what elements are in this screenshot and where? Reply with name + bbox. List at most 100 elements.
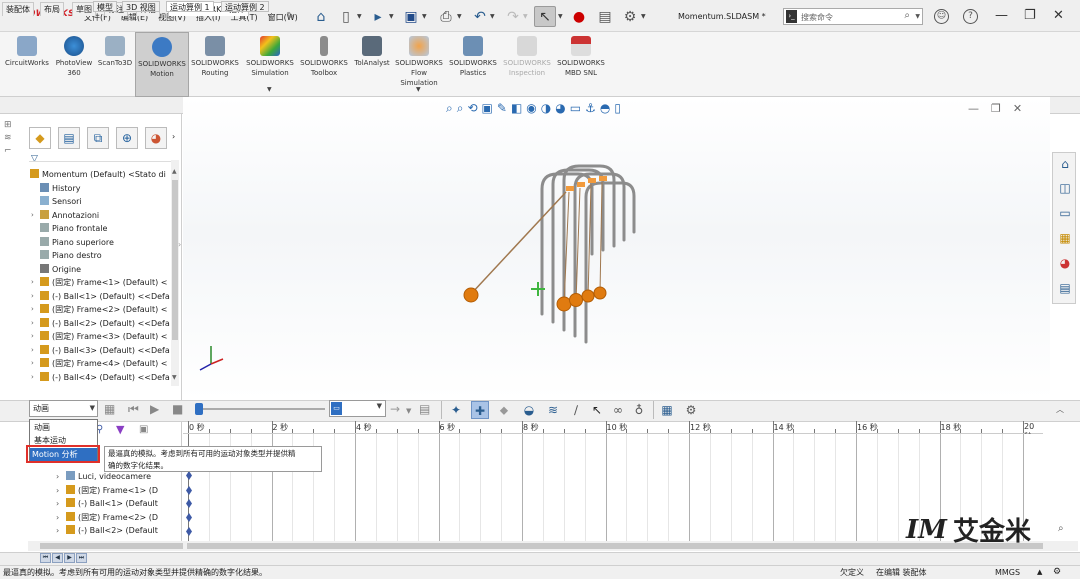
add-update-key-icon[interactable]: ⬥: [495, 401, 513, 419]
panel-step-icon[interactable]: ⌐: [4, 146, 12, 156]
expand-arrow-icon[interactable]: ›: [56, 484, 59, 498]
tab-layout[interactable]: 布局: [40, 2, 64, 16]
help-icon[interactable]: ?: [963, 9, 978, 24]
expand-arrow-icon[interactable]: ›: [56, 511, 59, 525]
property-manager-tab-icon[interactable]: ▤: [58, 127, 80, 149]
motor-icon[interactable]: ◒: [520, 401, 538, 419]
timeline-zoom-icon[interactable]: ⌕: [1058, 523, 1064, 534]
feature-tree-item[interactable]: › (固定) Frame<4> (Default) <: [30, 357, 178, 371]
chevron-down-icon[interactable]: ▼: [915, 13, 920, 20]
chevron-up-icon[interactable]: ▲: [1037, 566, 1042, 579]
print-icon[interactable]: ⎙: [436, 6, 456, 27]
ball-3[interactable]: [569, 293, 583, 307]
appearances-icon[interactable]: ◕: [1056, 254, 1074, 272]
cm-circuitworks-button[interactable]: CircuitWorks: [4, 36, 50, 68]
panel-collapse-icon[interactable]: ›: [178, 240, 181, 249]
ball-2[interactable]: [556, 296, 572, 312]
expand-arrow-icon[interactable]: ›: [56, 497, 59, 511]
zoom-icon[interactable]: ▣: [139, 424, 148, 435]
feature-tree-scrollbar[interactable]: [171, 160, 179, 386]
cm-motion-button[interactable]: SOLIDWORKS Motion: [135, 32, 189, 97]
prev-tab-icon[interactable]: ◀: [52, 553, 63, 563]
panel-pin-icon[interactable]: ⊞: [4, 120, 12, 130]
tree-root[interactable]: Momentum (Default) <Stato di: [30, 168, 178, 182]
cm-mbd-button[interactable]: SOLIDWORKS MBD SNL: [554, 36, 608, 78]
feature-tree-item[interactable]: Piano frontale: [30, 222, 178, 236]
expand-arrow-icon[interactable]: ›: [56, 524, 59, 538]
expand-arrow-icon[interactable]: ›: [31, 303, 34, 317]
file-properties-icon[interactable]: ▤: [597, 6, 613, 27]
results-plots-icon[interactable]: ▦: [658, 401, 676, 419]
expand-arrow-icon[interactable]: ›: [31, 344, 34, 358]
feature-tree-item[interactable]: Sensori: [30, 195, 178, 209]
option-animation[interactable]: 动画: [32, 421, 50, 434]
study-type-select[interactable]: 动画 ▼: [29, 400, 98, 417]
configuration-manager-tab-icon[interactable]: ⧉: [87, 127, 109, 149]
panel-layer-icon[interactable]: ≋: [4, 133, 12, 143]
arrow-right-icon[interactable]: →: [390, 402, 400, 416]
feature-tree-item[interactable]: History: [30, 182, 178, 196]
expand-arrow-icon[interactable]: ›: [31, 357, 34, 371]
playback-speed-select[interactable]: ▭ ▼: [329, 400, 386, 417]
expand-arrow-icon[interactable]: ›: [31, 290, 34, 304]
damper-icon[interactable]: ∕: [567, 401, 585, 419]
tab-3d-views[interactable]: 3D 视图: [122, 1, 160, 12]
spring-icon[interactable]: ≋: [544, 401, 562, 419]
feature-tree-item[interactable]: › (固定) Frame<2> (Default) <: [30, 303, 178, 317]
feature-tree-item[interactable]: › (-) Ball<4> (Default) <<Defa: [30, 371, 178, 385]
contact-icon[interactable]: ∞: [609, 401, 627, 419]
cm-simulation-button[interactable]: SOLIDWORKS Simulation: [243, 36, 297, 78]
newtons-cradle-model[interactable]: [183, 114, 1050, 400]
pin-icon[interactable]: ✎: [286, 11, 294, 22]
save-animation-icon[interactable]: ▤: [419, 402, 430, 416]
expand-arrow-icon[interactable]: ›: [31, 317, 34, 331]
motion-tree-item[interactable]: › (-) Ball<2> (Default: [40, 524, 180, 538]
expand-arrow-icon[interactable]: ›: [31, 330, 34, 344]
motion-study-properties-icon[interactable]: ⚙: [682, 401, 700, 419]
undo-icon[interactable]: ↶: [470, 6, 490, 27]
open-icon[interactable]: ▸: [368, 6, 388, 27]
feature-tree-item[interactable]: › (-) Ball<1> (Default) <<Defa: [30, 290, 178, 304]
motion-tree-item[interactable]: › Luci, videocamere: [40, 470, 180, 484]
file-explorer-icon[interactable]: ▭: [1056, 204, 1074, 222]
chevron-right-icon[interactable]: ›: [172, 132, 175, 141]
gravity-icon[interactable]: ♁: [630, 401, 648, 419]
next-tab-icon[interactable]: ▶: [64, 553, 75, 563]
chevron-down-icon[interactable]: ▼: [416, 86, 421, 93]
new-document-icon[interactable]: ▯: [336, 6, 356, 27]
custom-properties-icon[interactable]: ▤: [1056, 279, 1074, 297]
feature-tree-item[interactable]: Piano destro: [30, 249, 178, 263]
cm-toolbox-button[interactable]: SOLIDWORKS Toolbox: [297, 36, 351, 78]
tab-motion-study-1[interactable]: 运动算例 1: [166, 1, 214, 12]
display-manager-tab-icon[interactable]: ◕: [145, 127, 167, 149]
slider-handle[interactable]: [195, 403, 203, 415]
collapse-motion-manager-icon[interactable]: ︿: [1056, 404, 1064, 415]
filter-icon[interactable]: ▼: [116, 423, 124, 436]
home-icon[interactable]: ⌂: [311, 6, 331, 27]
motion-tree-item[interactable]: › (固定) Frame<1> (D: [40, 484, 180, 498]
customize-icon[interactable]: ⚙: [1053, 566, 1061, 579]
rebuild-icon[interactable]: ●: [571, 6, 587, 27]
force-icon[interactable]: ↖: [588, 401, 606, 419]
redo-icon[interactable]: ↷: [503, 6, 523, 27]
expand-arrow-icon[interactable]: ›: [31, 276, 34, 290]
user-account-icon[interactable]: ☺: [934, 9, 949, 24]
cm-inspection-button[interactable]: SOLIDWORKS Inspection: [500, 36, 554, 78]
stop-icon[interactable]: ■: [172, 402, 183, 416]
expand-arrow-icon[interactable]: ›: [31, 209, 34, 223]
chevron-down-icon[interactable]: ▼: [267, 86, 272, 93]
chevron-down-icon[interactable]: ▼: [377, 402, 382, 410]
search-icon[interactable]: ⌕: [904, 10, 910, 21]
cm-photoview-button[interactable]: PhotoView 360: [55, 36, 93, 78]
feature-tree-item[interactable]: › (-) Ball<3> (Default) <<Defa: [30, 344, 178, 358]
expand-arrow-icon[interactable]: ›: [31, 371, 34, 385]
close-window-icon[interactable]: ✕: [1053, 8, 1064, 23]
save-icon[interactable]: ▣: [401, 6, 421, 27]
select-icon[interactable]: ↖: [534, 6, 556, 27]
view-palette-icon[interactable]: ▦: [1056, 229, 1074, 247]
design-library-icon[interactable]: ◫: [1056, 179, 1074, 197]
expand-arrow-icon[interactable]: ›: [56, 470, 59, 484]
feature-tree-item[interactable]: › (-) Ball<2> (Default) <<Defa: [30, 317, 178, 331]
cm-flow-simulation-button[interactable]: SOLIDWORKS Flow Simulation: [393, 36, 445, 88]
chevron-down-icon[interactable]: ▼: [90, 401, 95, 416]
